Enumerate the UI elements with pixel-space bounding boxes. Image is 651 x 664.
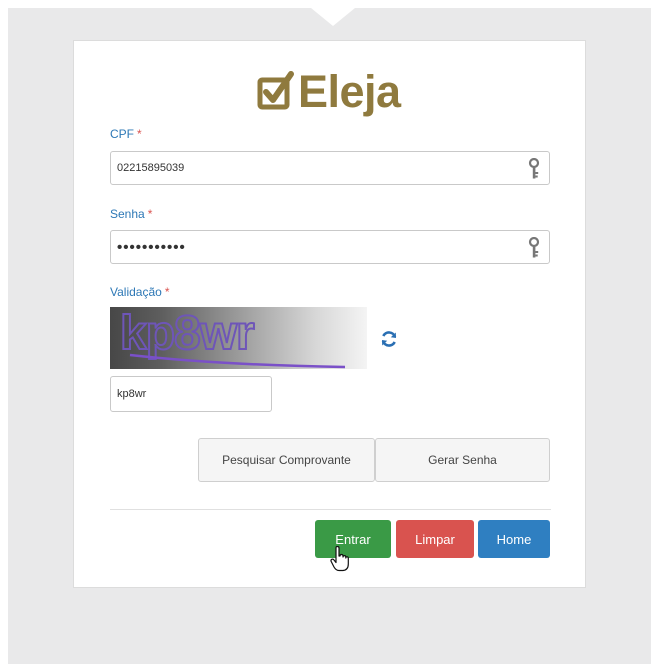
senha-value: ••••••••••• bbox=[117, 238, 186, 256]
validacao-input[interactable]: kp8wr bbox=[110, 376, 272, 412]
required-marker: * bbox=[137, 127, 142, 141]
senha-input[interactable]: ••••••••••• bbox=[110, 230, 550, 264]
eleja-logo: Eleja bbox=[257, 65, 401, 117]
required-marker: * bbox=[147, 207, 153, 221]
validacao-label: Validação * bbox=[110, 285, 170, 299]
checkbox-logo-icon bbox=[257, 71, 294, 110]
captcha-image: kp8wr bbox=[110, 307, 367, 369]
refresh-icon[interactable] bbox=[380, 330, 398, 348]
hand-cursor-icon bbox=[330, 546, 349, 572]
login-card: Eleja CPF * 02215895039 Senha * ••••••••••… bbox=[73, 40, 586, 588]
limpar-button[interactable]: Limpar bbox=[396, 520, 474, 558]
dropdown-notch bbox=[311, 8, 355, 26]
pesquisar-comprovante-button[interactable]: Pesquisar Comprovante bbox=[198, 438, 375, 482]
gerar-senha-button[interactable]: Gerar Senha bbox=[375, 438, 550, 482]
key-icon bbox=[528, 237, 540, 258]
cpf-label-text: CPF bbox=[110, 127, 134, 141]
cpf-label: CPF * bbox=[110, 127, 142, 141]
key-icon bbox=[528, 158, 540, 179]
cpf-input[interactable]: 02215895039 bbox=[110, 151, 550, 185]
divider bbox=[110, 509, 551, 510]
required-marker: * bbox=[164, 285, 170, 299]
logo-text: Eleja bbox=[298, 65, 401, 117]
cpf-value: 02215895039 bbox=[117, 162, 185, 174]
validacao-label-text: Validação bbox=[110, 285, 162, 299]
senha-label: Senha * bbox=[110, 207, 152, 221]
home-button[interactable]: Home bbox=[478, 520, 550, 558]
senha-label-text: Senha bbox=[110, 207, 145, 221]
entrar-button[interactable]: Entrar bbox=[315, 520, 391, 558]
captcha-noise-line bbox=[129, 353, 346, 369]
validacao-value: kp8wr bbox=[117, 388, 147, 400]
